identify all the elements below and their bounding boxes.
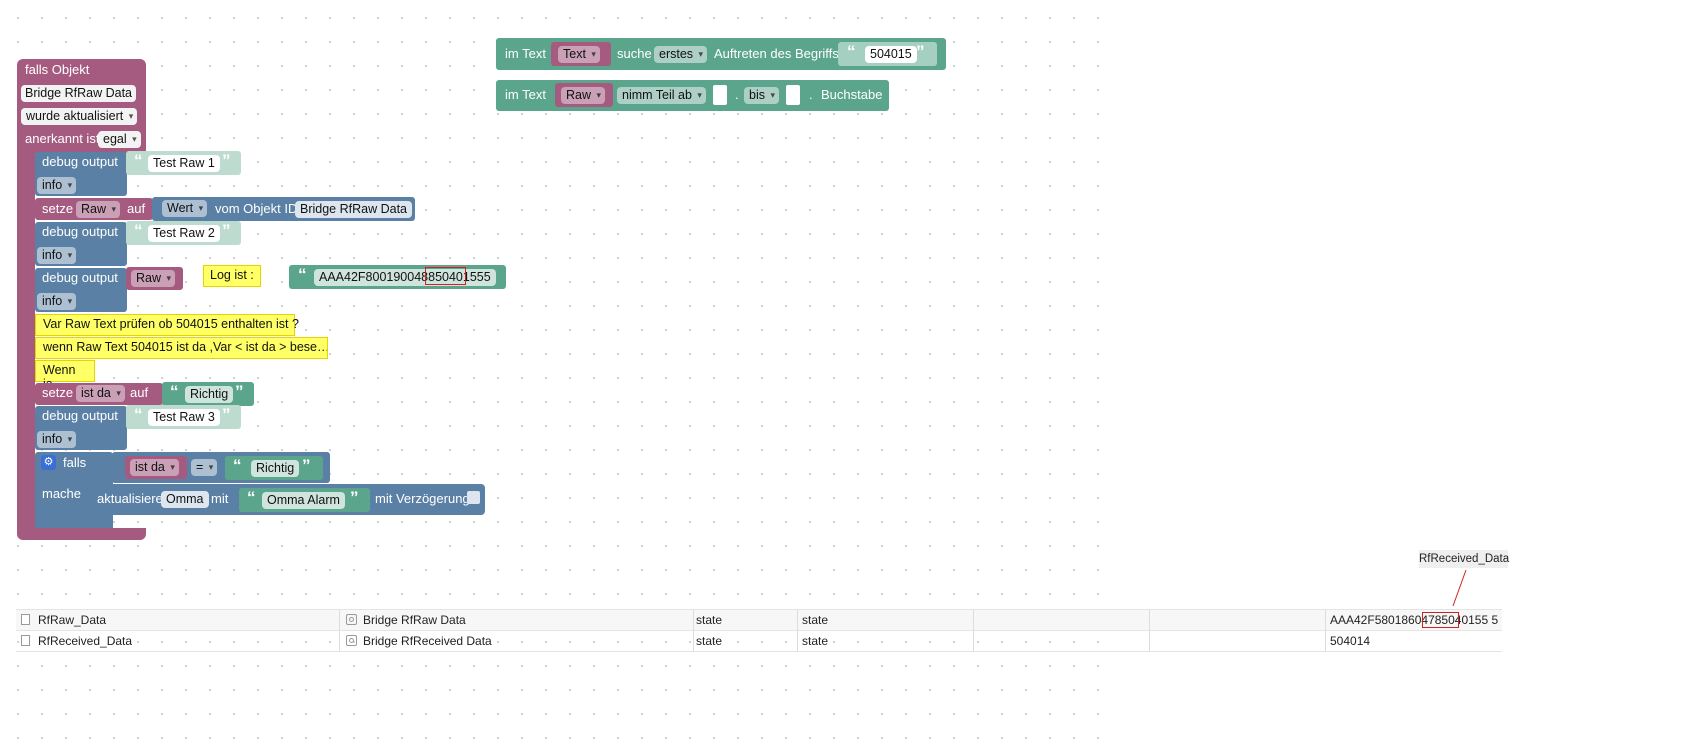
setze-auf-label-2: auf [130,385,149,400]
debug-msg-field-1[interactable]: Test Raw 1 [148,155,220,172]
omma-target-field[interactable]: Omma [161,491,209,508]
anerkannt-dropdown[interactable]: egal [98,131,141,148]
row-type: state [696,634,723,648]
tooltip-text: RfReceived_Data [1419,553,1510,565]
row-id: RfReceived_Data [38,634,133,648]
debug-msg-block-1[interactable]: “ Test Raw 1 ” [126,151,241,175]
debug-label-4: debug output [42,408,118,423]
tooltip-pointer-line [1452,569,1467,607]
search-term-field[interactable]: 504015 [865,46,917,63]
delay-label: mit Verzögerung [375,491,470,506]
comment-3[interactable]: Wenn ja [35,360,95,391]
wert-dropdown[interactable]: Wert [162,200,208,217]
if-block-bottom [35,517,113,528]
debug-label-3: debug output [42,270,118,285]
row-role: state [802,613,829,627]
substring-dot-2: . [809,87,813,102]
raw-value-highlight [425,267,466,285]
substring-var-dropdown[interactable]: Raw [561,87,606,104]
richtig-field-1[interactable]: Richtig [185,386,234,403]
falls-label: falls [63,455,87,470]
omma-alarm-field[interactable]: Omma Alarm [262,492,345,509]
file-icon [21,614,30,625]
debug-msg-block-4[interactable]: “ Test Raw 3 ” [126,405,241,429]
debug-label-2: debug output [42,224,118,239]
setze-label-1: setze [42,201,74,216]
row-name: Bridge RfRaw Data [363,613,466,627]
comment-1-text: Var Raw Text prüfen ob 504015 enthalten … [43,317,299,331]
setze-label-2: setze [42,385,74,400]
value-highlight [1422,612,1459,628]
event-block-spine [17,150,35,532]
search-mode-dropdown[interactable]: erstes [654,46,708,63]
debug-level-dropdown-4[interactable]: info [37,431,77,448]
debug-msg-field-2[interactable]: Test Raw 2 [148,225,220,242]
table-row[interactable]: RfReceived_Data Bridge RfReceived Data s… [16,630,1502,652]
object-icon [346,635,357,646]
raw-value-block[interactable]: “ AAA42F800190048850401555 [289,265,506,289]
buchstabe-label: Buchstabe [821,87,883,102]
log-comment-text: Log ist : [210,268,254,282]
row-id: RfRaw_Data [38,613,107,627]
richtig-block-2[interactable]: “ Richtig ” [225,456,323,480]
setze-auf-label-1: auf [127,201,146,216]
file-icon [21,635,30,646]
substring-im-text-label: im Text [505,87,546,102]
object-icon [346,614,357,625]
table-row[interactable]: RfRaw_Data Bridge RfRaw Data state state… [16,609,1502,630]
search-term-block[interactable]: “ 504015 ” [838,42,937,66]
richtig-block-1[interactable]: “ Richtig ” [162,382,254,406]
comment-2-text: wenn Raw Text 504015 ist da ,Var < ist d… [43,340,328,354]
vom-objekt-label: vom Objekt ID [215,201,298,216]
istda-var-dropdown[interactable]: ist da [130,459,179,476]
comment-2[interactable]: wenn Raw Text 504015 ist da ,Var < ist d… [35,337,328,359]
row-value: 504014 [1330,634,1371,648]
operator-dropdown[interactable]: = [191,459,218,476]
debug-msg-block-2[interactable]: “ Test Raw 2 ” [126,221,241,245]
debug-label-1: debug output [42,154,118,169]
search-im-text-label: im Text [505,46,546,61]
trigger-dropdown[interactable]: wurde aktualisiert [21,108,138,125]
substring-dot-1: . [735,87,739,102]
raw-value-field[interactable]: AAA42F800190048850401555 [314,269,496,286]
row-type: state [696,613,723,627]
log-comment[interactable]: Log ist : [203,265,261,287]
tooltip-rfreceived: RfReceived_Data [1419,550,1510,568]
suche-label: suche [617,46,652,61]
row-name: Bridge RfReceived Data [363,634,492,648]
setze-var-dropdown-2[interactable]: ist da [76,385,125,402]
substring-to-slot[interactable] [786,85,800,105]
anerkannt-label: anerkannt ist [25,131,100,146]
falls-objekt-label: falls Objekt [25,62,90,77]
object-id-field[interactable]: Bridge RfRaw Data [295,201,412,218]
auftreten-label: Auftreten des Begriffs [714,46,839,61]
event-block-bottom [17,528,146,540]
mit-label: mit [211,491,229,506]
debug-level-dropdown-2[interactable]: info [37,247,77,264]
substring-op-dropdown[interactable]: nimm Teil ab [617,87,706,104]
row-role: state [802,634,829,648]
richtig-field-2[interactable]: Richtig [251,460,300,477]
comment-1[interactable]: Var Raw Text prüfen ob 504015 enthalten … [35,314,299,336]
row-value: AAA42F58018604785040155 5 [1330,613,1499,627]
debug-level-dropdown-1[interactable]: info [37,177,77,194]
debug-level-dropdown-3[interactable]: info [37,293,77,310]
event-object-field[interactable]: Bridge RfRaw Data [21,85,136,102]
delay-checkbox[interactable] [467,491,480,504]
search-var-dropdown[interactable]: Text [558,46,600,63]
mache-label: mache [42,486,82,501]
substring-from-slot[interactable] [713,85,727,105]
raw-var-dropdown[interactable]: Raw [131,270,176,287]
bis-dropdown[interactable]: bis [744,87,779,104]
omma-alarm-block[interactable]: “ Omma Alarm ” [239,488,370,512]
gear-icon[interactable]: ⚙ [41,455,56,470]
setze-var-dropdown-1[interactable]: Raw [76,201,121,218]
aktualisiere-label: aktualisiere [97,491,163,506]
debug-msg-field-4[interactable]: Test Raw 3 [148,409,220,426]
